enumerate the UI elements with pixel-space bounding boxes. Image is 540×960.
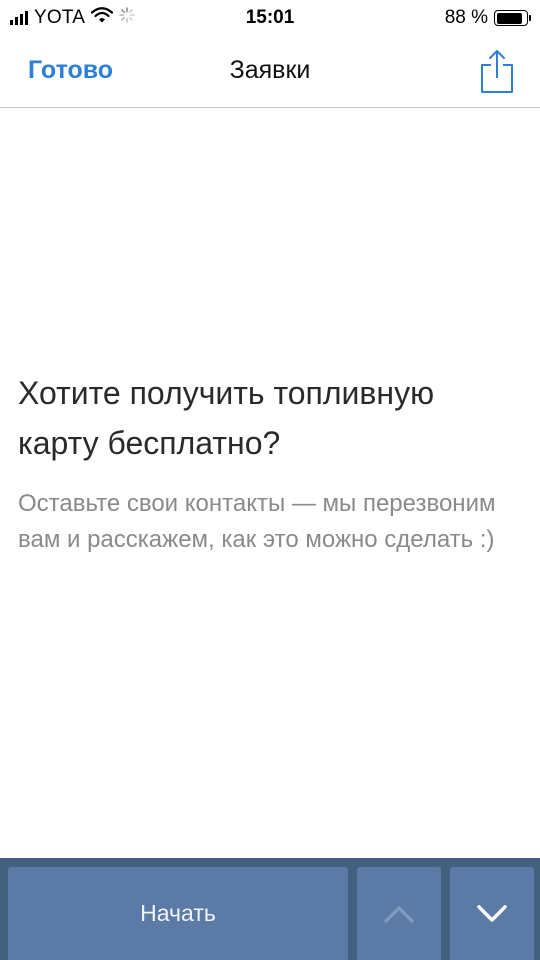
share-icon[interactable] — [480, 48, 514, 94]
chevron-up-icon — [384, 905, 414, 923]
start-button[interactable]: Начать — [8, 867, 348, 960]
nav-bar: Готово Заявки — [0, 36, 540, 108]
chevron-down-icon — [477, 904, 507, 922]
screen: YOTA 15:01 88 % Готово Заявки Хотите пол… — [0, 0, 540, 960]
battery-icon — [494, 10, 531, 26]
status-bar: YOTA 15:01 88 % — [0, 0, 540, 36]
next-button[interactable] — [450, 867, 534, 960]
page-title: Заявки — [229, 56, 311, 84]
status-right: 88 % — [444, 7, 531, 29]
promo-subtitle: Оставьте свои контакты — мы перезвоним в… — [18, 490, 496, 553]
bottom-toolbar: Начать — [0, 858, 540, 960]
promo-content: Хотите получить топливную карту бесплатн… — [18, 368, 522, 558]
battery-percent: 88 % — [444, 7, 488, 28]
promo-headline: Хотите получить топливную карту бесплатн… — [18, 375, 435, 461]
battery-fill — [496, 12, 523, 24]
previous-button[interactable] — [357, 867, 441, 960]
